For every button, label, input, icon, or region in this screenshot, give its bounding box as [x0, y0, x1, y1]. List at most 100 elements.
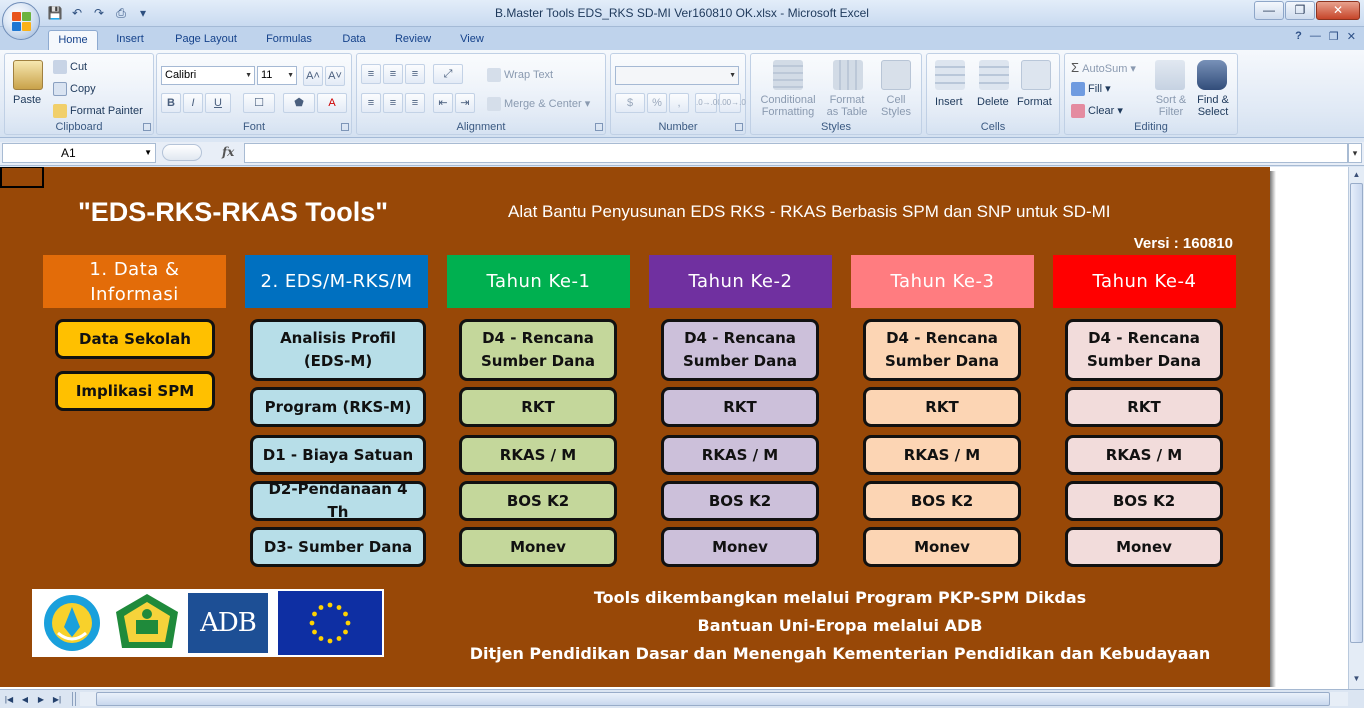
borders-button[interactable]: ☐	[243, 93, 275, 113]
number-format-combo[interactable]: ▼	[615, 66, 739, 85]
font-name-combo[interactable]: Calibri ▼	[161, 66, 255, 85]
clipboard-dialog-launcher[interactable]	[143, 123, 151, 131]
menu-button-col4-5[interactable]: Monev	[661, 527, 819, 567]
formula-input[interactable]	[244, 143, 1348, 163]
tab-data[interactable]: Data	[332, 30, 376, 50]
increase-decimal-button[interactable]: .0→.00	[695, 93, 722, 113]
menu-button-col4-2[interactable]: RKT	[661, 387, 819, 427]
menu-button-col5-3[interactable]: RKAS / M	[863, 435, 1021, 475]
menu-button-col2-5[interactable]: D3- Sumber Dana	[250, 527, 426, 567]
prev-sheet-icon[interactable]: ◀	[18, 693, 32, 706]
paste-button[interactable]: Paste	[13, 94, 41, 106]
cut-button[interactable]: Cut	[53, 60, 87, 74]
format-cells-button[interactable]: Format	[1017, 96, 1052, 108]
expand-formula-bar-button[interactable]: ▾	[1348, 143, 1362, 163]
sort-filter-button[interactable]: Sort & Filter	[1149, 94, 1193, 118]
format-painter-button[interactable]: Format Painter	[53, 104, 143, 118]
menu-button-col3-5[interactable]: Monev	[459, 527, 617, 567]
align-center-button[interactable]: ≡	[383, 93, 403, 113]
menu-button-col3-1[interactable]: D4 - Rencana Sumber Dana	[459, 319, 617, 381]
increase-indent-button[interactable]: ⇥	[455, 93, 475, 113]
first-sheet-icon[interactable]: |◀	[2, 693, 16, 706]
menu-button-col4-1[interactable]: D4 - Rencana Sumber Dana	[661, 319, 819, 381]
menu-button-col5-2[interactable]: RKT	[863, 387, 1021, 427]
vertical-scroll-thumb[interactable]	[1350, 183, 1363, 643]
last-sheet-icon[interactable]: ▶|	[50, 693, 64, 706]
merge-center-button[interactable]: Merge & Center ▾	[487, 97, 590, 112]
workbook-restore-button[interactable]: ❐	[1329, 30, 1339, 43]
menu-button-col5-1[interactable]: D4 - Rencana Sumber Dana	[863, 319, 1021, 381]
tab-split-handle[interactable]	[72, 692, 76, 706]
clear-button[interactable]: Clear ▾	[1071, 104, 1123, 119]
format-as-table-button[interactable]: Format as Table	[823, 94, 871, 118]
close-button[interactable]: ✕	[1316, 1, 1360, 20]
alignment-dialog-launcher[interactable]	[595, 123, 603, 131]
fill-color-button[interactable]: ⬟	[283, 93, 315, 113]
vertical-scrollbar[interactable]: ▲ ▼	[1348, 167, 1364, 689]
align-top-button[interactable]: ≡	[361, 64, 381, 84]
formula-bar-handle[interactable]	[162, 144, 202, 161]
workbook-close-button[interactable]: ✕	[1347, 30, 1356, 43]
selected-cell-a1[interactable]	[0, 167, 44, 188]
menu-button-col2-4[interactable]: D2-Pendanaan 4 Th	[250, 480, 426, 521]
bold-button[interactable]: B	[161, 93, 181, 113]
menu-button-col1-1[interactable]: Data Sekolah	[55, 319, 215, 359]
grow-font-button[interactable]: A˄	[303, 66, 323, 86]
tab-formulas[interactable]: Formulas	[256, 30, 322, 50]
tab-view[interactable]: View	[450, 30, 494, 50]
number-dialog-launcher[interactable]	[735, 123, 743, 131]
menu-button-col3-4[interactable]: BOS K2	[459, 481, 617, 521]
menu-button-col4-3[interactable]: RKAS / M	[661, 435, 819, 475]
conditional-formatting-button[interactable]: Conditional Formatting	[755, 94, 821, 118]
tab-home[interactable]: Home	[48, 30, 98, 50]
scroll-down-button[interactable]: ▼	[1350, 672, 1363, 686]
underline-button[interactable]: U	[205, 93, 231, 113]
restore-button[interactable]: ❐	[1285, 1, 1315, 20]
menu-button-col6-3[interactable]: RKAS / M	[1065, 435, 1223, 475]
align-left-button[interactable]: ≡	[361, 93, 381, 113]
horizontal-scroll-thumb[interactable]	[96, 692, 1330, 706]
font-size-combo[interactable]: 11 ▼	[257, 66, 297, 85]
decrease-indent-button[interactable]: ⇤	[433, 93, 453, 113]
autosum-button[interactable]: Σ AutoSum ▾	[1071, 60, 1136, 75]
menu-button-col3-2[interactable]: RKT	[459, 387, 617, 427]
menu-button-col6-2[interactable]: RKT	[1065, 387, 1223, 427]
office-button[interactable]	[2, 2, 40, 40]
insert-cells-button[interactable]: Insert	[935, 96, 963, 108]
worksheet[interactable]: "EDS-RKS-RKAS Tools" Alat Bantu Penyusun…	[0, 167, 1348, 689]
menu-button-col4-4[interactable]: BOS K2	[661, 481, 819, 521]
tab-insert[interactable]: Insert	[106, 30, 154, 50]
orientation-button[interactable]: ⤢	[433, 64, 463, 84]
fill-button[interactable]: Fill ▾	[1071, 82, 1111, 97]
comma-button[interactable]: ,	[669, 93, 689, 113]
menu-button-col5-4[interactable]: BOS K2	[863, 481, 1021, 521]
cell-styles-button[interactable]: Cell Styles	[875, 94, 917, 118]
menu-button-col2-1[interactable]: Analisis Profil (EDS-M)	[250, 319, 426, 381]
menu-button-col6-1[interactable]: D4 - Rencana Sumber Dana	[1065, 319, 1223, 381]
currency-button[interactable]: $	[615, 93, 645, 113]
align-right-button[interactable]: ≡	[405, 93, 425, 113]
minimize-button[interactable]: —	[1254, 1, 1284, 20]
percent-button[interactable]: %	[647, 93, 667, 113]
tab-page-layout[interactable]: Page Layout	[166, 30, 246, 50]
italic-button[interactable]: I	[183, 93, 203, 113]
menu-button-col2-2[interactable]: Program (RKS-M)	[250, 387, 426, 427]
delete-cells-button[interactable]: Delete	[977, 96, 1009, 108]
font-color-button[interactable]: A	[317, 93, 347, 113]
menu-button-col2-3[interactable]: D1 - Biaya Satuan	[250, 435, 426, 475]
wrap-text-button[interactable]: Wrap Text	[487, 68, 553, 82]
copy-button[interactable]: Copy	[53, 82, 96, 96]
decrease-decimal-button[interactable]: .00→.0	[719, 93, 746, 113]
help-icon[interactable]: ?	[1295, 30, 1302, 43]
insert-function-button[interactable]: fx	[222, 143, 234, 161]
font-dialog-launcher[interactable]	[341, 123, 349, 131]
workbook-minimize-button[interactable]: —	[1310, 30, 1321, 43]
menu-button-col6-4[interactable]: BOS K2	[1065, 481, 1223, 521]
shrink-font-button[interactable]: A˅	[325, 66, 345, 86]
menu-button-col1-2[interactable]: Implikasi SPM	[55, 371, 215, 411]
scroll-up-button[interactable]: ▲	[1350, 168, 1363, 182]
next-sheet-icon[interactable]: ▶	[34, 693, 48, 706]
tab-review[interactable]: Review	[386, 30, 440, 50]
menu-button-col6-5[interactable]: Monev	[1065, 527, 1223, 567]
name-box[interactable]: A1 ▼	[2, 143, 156, 163]
